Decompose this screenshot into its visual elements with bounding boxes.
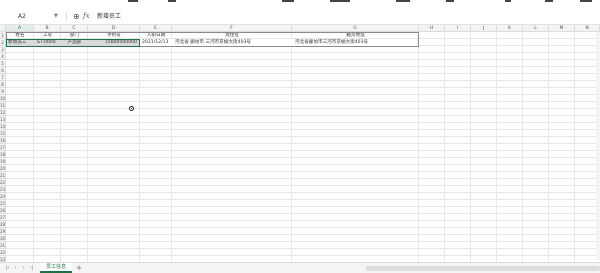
row-header[interactable]: 27 <box>0 214 6 221</box>
last-sheet-icon[interactable]: ›| <box>28 265 35 272</box>
row-header[interactable]: 11 <box>0 102 6 109</box>
add-sheet-icon[interactable]: + <box>75 264 83 272</box>
sheet-tab[interactable]: 员工信息 <box>40 263 72 273</box>
formula-bar: A2 ▼ ⊕ fx 新增员工 <box>0 9 600 25</box>
column-header-l[interactable]: L <box>523 25 549 32</box>
sheet-tab-bar: |‹ ‹ › ›| 员工信息 + <box>0 262 600 273</box>
row-header[interactable]: 16 <box>0 137 6 144</box>
first-sheet-icon[interactable]: |‹ <box>4 265 11 272</box>
column-header-f[interactable]: F <box>172 25 292 32</box>
cell-area[interactable] <box>6 32 600 262</box>
row-header[interactable]: 19 <box>0 158 6 165</box>
row-header[interactable]: 29 <box>0 228 6 235</box>
column-header-n[interactable]: N <box>575 25 600 32</box>
vertical-scrollbar[interactable] <box>596 32 600 260</box>
horizontal-scrollbar[interactable] <box>366 266 600 271</box>
row-header[interactable]: 31 <box>0 242 6 249</box>
row-header[interactable]: 8 <box>0 81 6 88</box>
row-header[interactable]: 17 <box>0 144 6 151</box>
row-header[interactable]: 22 <box>0 179 6 186</box>
row-header[interactable]: 12 <box>0 109 6 116</box>
column-header-e[interactable]: E <box>140 25 172 32</box>
row-header[interactable]: 14 <box>0 123 6 130</box>
row-header[interactable]: 25 <box>0 200 6 207</box>
column-header-c[interactable]: C <box>61 25 88 32</box>
row-header[interactable]: 3 <box>0 46 6 53</box>
next-sheet-icon[interactable]: › <box>20 265 27 272</box>
column-header-d[interactable]: D <box>88 25 140 32</box>
row-header[interactable]: 9 <box>0 88 6 95</box>
row-header[interactable]: 15 <box>0 130 6 137</box>
column-header-h[interactable]: H <box>419 25 445 32</box>
row-header[interactable]: 5 <box>0 60 6 67</box>
name-box[interactable]: A2 <box>18 11 54 22</box>
column-header-b[interactable]: B <box>34 25 61 32</box>
column-header-g[interactable]: G <box>292 25 419 32</box>
column-header-i[interactable]: I <box>445 25 471 32</box>
row-header[interactable]: 32 <box>0 249 6 256</box>
row-header[interactable]: 13 <box>0 116 6 123</box>
row-header[interactable]: 18 <box>0 151 6 158</box>
column-header-k[interactable]: K <box>497 25 523 32</box>
row-header[interactable]: 7 <box>0 74 6 81</box>
row-header[interactable]: 24 <box>0 193 6 200</box>
formula-input[interactable]: 新增员工 <box>97 11 121 22</box>
prev-sheet-icon[interactable]: ‹ <box>12 265 19 272</box>
column-header-a[interactable]: A <box>6 25 34 32</box>
row-header[interactable]: 21 <box>0 172 6 179</box>
row-header[interactable]: 26 <box>0 207 6 214</box>
row-header[interactable]: 30 <box>0 235 6 242</box>
selection-range <box>6 39 140 47</box>
row-header[interactable]: 23 <box>0 186 6 193</box>
spreadsheet-grid[interactable]: A B C D E F G H I J K L M N 1 2 3 4 5 6 … <box>0 25 600 262</box>
divider <box>66 12 67 21</box>
chevron-down-icon[interactable]: ▼ <box>54 11 62 22</box>
row-header[interactable]: 4 <box>0 53 6 60</box>
mouse-cursor-icon <box>129 106 134 111</box>
column-header-j[interactable]: J <box>471 25 497 32</box>
row-header[interactable]: 28 <box>0 221 6 228</box>
row-header[interactable]: 10 <box>0 95 6 102</box>
window-top-strip <box>0 0 600 6</box>
row-header[interactable]: 6 <box>0 67 6 74</box>
column-header-m[interactable]: M <box>549 25 575 32</box>
row-header[interactable]: 20 <box>0 165 6 172</box>
function-icon[interactable]: fx <box>83 10 90 23</box>
zoom-icon[interactable]: ⊕ <box>73 10 80 23</box>
